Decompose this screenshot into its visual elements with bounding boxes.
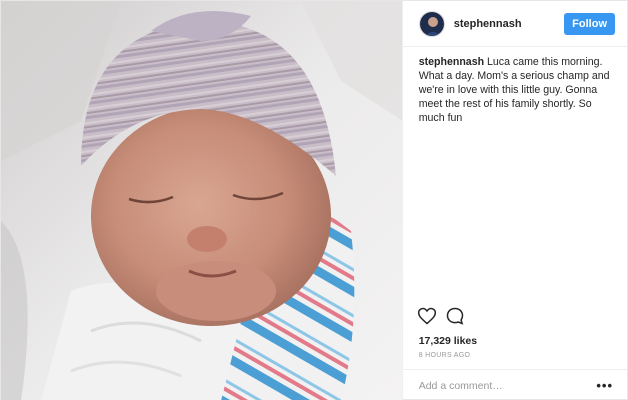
likes-count[interactable]: 17,329 likes: [403, 327, 627, 347]
post-timestamp[interactable]: 8 HOURS AGO: [403, 347, 627, 359]
newborn-baby-image: [1, 1, 402, 400]
caption: stephennash Luca came this morning. What…: [403, 47, 627, 125]
heart-outline-icon[interactable]: [417, 306, 437, 326]
action-bar: [403, 305, 627, 327]
speech-bubble-icon[interactable]: [445, 306, 465, 326]
post-side-panel: stephennash Follow stephennash Luca came…: [401, 1, 627, 400]
post-header: stephennash Follow: [402, 1, 627, 47]
comment-bar: •••: [402, 369, 627, 400]
three-dots-icon[interactable]: •••: [596, 379, 613, 392]
comments-area: [403, 125, 627, 305]
follow-button[interactable]: Follow: [564, 12, 615, 35]
header-username-link[interactable]: stephennash: [454, 18, 564, 30]
comment-input[interactable]: [418, 379, 597, 392]
post-photo[interactable]: [1, 1, 402, 400]
instagram-post: stephennash Follow stephennash Luca came…: [0, 0, 628, 400]
caption-username-link[interactable]: stephennash: [419, 56, 484, 68]
avatar[interactable]: [418, 10, 445, 37]
